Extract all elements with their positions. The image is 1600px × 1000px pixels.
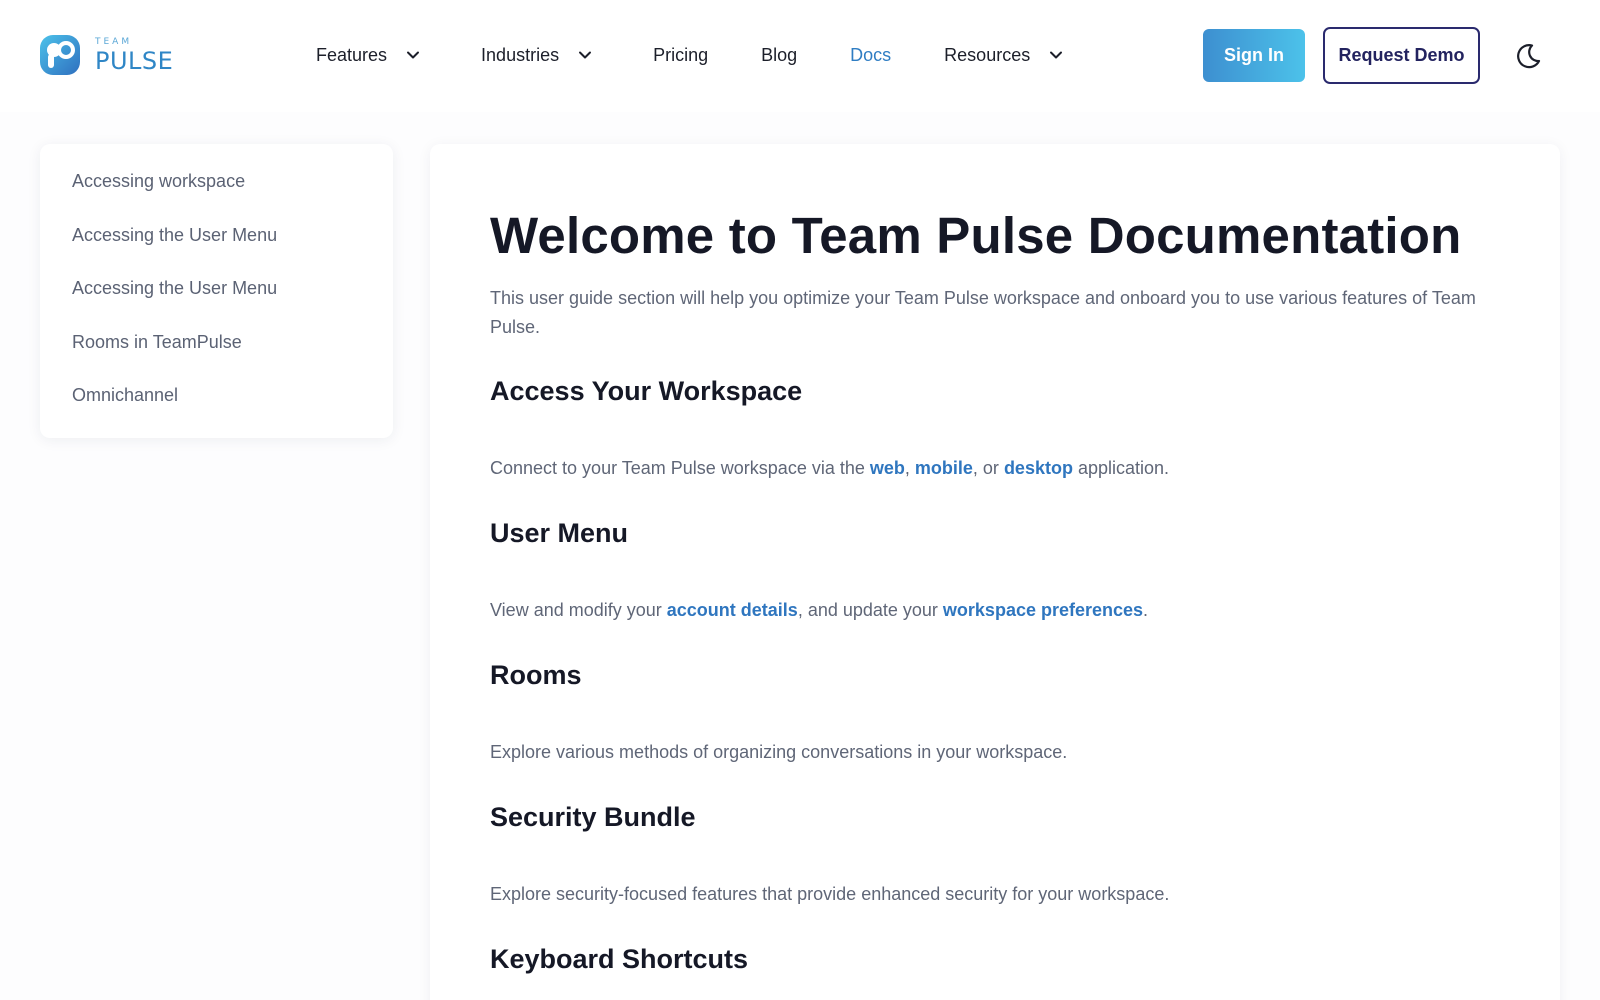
logo-small-text: TEAM — [95, 36, 133, 47]
section-text-access-workspace: Connect to your Team Pulse workspace via… — [490, 458, 1169, 479]
text-segment: View and modify your — [490, 600, 667, 620]
section-title-rooms: Rooms — [490, 660, 582, 690]
text-segment: , — [904, 458, 915, 478]
main-nav: Features Industries Pricing Blog Docs Re… — [316, 40, 1064, 70]
nav-industries-label: Industries — [481, 44, 560, 65]
mobile-link[interactable]: mobile — [915, 458, 973, 478]
site-header: TEAM PULSE Features Industries Pricing B… — [0, 0, 1600, 112]
logo-mark-icon — [40, 35, 80, 75]
text-segment: , or — [972, 458, 1004, 478]
intro-text: This user guide section will help you op… — [490, 288, 1476, 337]
moon-icon[interactable] — [1512, 40, 1544, 72]
web-link[interactable]: web — [870, 458, 905, 478]
page-title: Welcome to Team Pulse Documentation — [490, 207, 1462, 264]
nav-resources-label: Resources — [944, 44, 1031, 65]
docs-content: Welcome to Team Pulse Documentation This… — [430, 144, 1560, 1000]
text-segment: , and update your — [797, 600, 943, 620]
sidebar-item-omnichannel[interactable]: Omnichannel — [40, 386, 393, 440]
nav-features-label: Features — [316, 44, 388, 65]
text-segment: application. — [1072, 458, 1170, 478]
desktop-link[interactable]: desktop — [1004, 458, 1073, 478]
section-text-user-menu: View and modify your account details, an… — [490, 600, 1148, 621]
workspace-preferences-link[interactable]: workspace preferences — [943, 600, 1143, 620]
text-segment: Connect to your Team Pulse workspace via… — [490, 458, 870, 478]
nav-industries[interactable]: Industries — [481, 40, 593, 70]
nav-resources[interactable]: Resources — [944, 40, 1064, 70]
sidebar-item-user-menu[interactable]: Accessing the User Menu — [40, 226, 393, 280]
docs-sidebar: Accessing workspace Accessing the User M… — [40, 144, 393, 438]
sidebar-item-accessing-workspace[interactable]: Accessing workspace — [40, 172, 393, 226]
nav-features[interactable]: Features — [316, 40, 421, 70]
section-title-keyboard-shortcuts: Keyboard Shortcuts — [490, 944, 749, 974]
sign-in-button[interactable]: Sign In — [1203, 29, 1305, 82]
logo-big-text: PULSE — [95, 46, 174, 75]
nav-docs-label: Docs — [850, 44, 892, 65]
chevron-down-icon — [407, 51, 420, 59]
sidebar-item-rooms[interactable]: Rooms in TeamPulse — [40, 333, 393, 387]
team-pulse-logo[interactable]: TEAM PULSE — [39, 34, 173, 76]
nav-docs[interactable]: Docs — [850, 40, 891, 70]
nav-blog[interactable]: Blog — [761, 40, 797, 70]
chevron-down-icon — [579, 51, 592, 59]
request-demo-button[interactable]: Request Demo — [1323, 27, 1480, 84]
sidebar-item-user-menu-2[interactable]: Accessing the User Menu — [40, 279, 393, 333]
section-title-access-workspace: Access Your Workspace — [490, 376, 803, 406]
nav-pricing[interactable]: Pricing — [653, 40, 708, 70]
text-segment: . — [1143, 600, 1149, 620]
section-text-rooms: Explore various methods of organizing co… — [490, 742, 1068, 762]
nav-blog-label: Blog — [761, 44, 798, 65]
section-text-security-bundle: Explore security-focused features that p… — [490, 884, 1170, 904]
section-title-user-menu: User Menu — [490, 518, 629, 548]
account-details-link[interactable]: account details — [667, 600, 798, 620]
chevron-down-icon — [1050, 51, 1063, 59]
section-title-security-bundle: Security Bundle — [490, 802, 696, 832]
nav-pricing-label: Pricing — [653, 44, 709, 65]
